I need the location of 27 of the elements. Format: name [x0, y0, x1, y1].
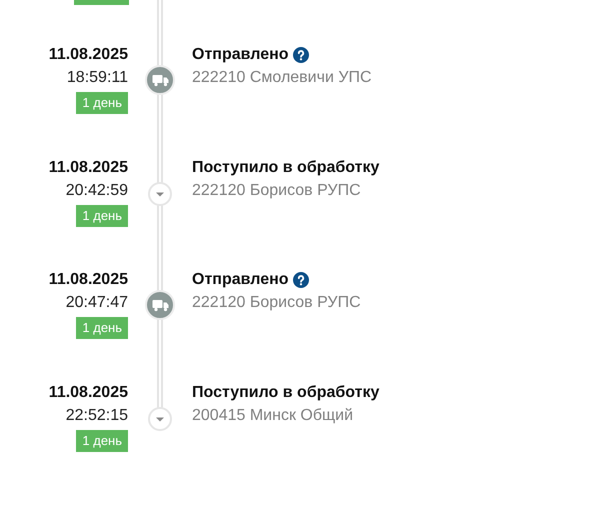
truck-icon — [145, 65, 175, 95]
event-location: 222210 Смолевичи УПС — [192, 68, 373, 88]
event-time: 18:59:11 — [66, 68, 128, 88]
event-date: 11.08.2025 — [48, 45, 128, 65]
caret-down-icon — [148, 406, 172, 430]
event-date: 11.08.2025 — [48, 382, 128, 402]
event-date: 11.08.2025 — [48, 158, 128, 178]
help-icon[interactable] — [292, 272, 309, 288]
duration-badge: 1 день — [76, 92, 128, 114]
event-time: 22:52:15 — [66, 406, 128, 426]
event-time: 20:47:47 — [66, 293, 128, 313]
caret-down-icon — [148, 182, 172, 206]
event-title: Отправлено — [192, 45, 289, 65]
truck-icon — [145, 290, 175, 320]
event-title: Поступило в обработку — [192, 382, 380, 402]
event-location: 222120 Борисов РУПС — [192, 293, 362, 313]
day-badge — [74, 0, 129, 5]
event-location: 200415 Минск Общий — [192, 406, 354, 426]
event-time: 20:42:59 — [66, 180, 128, 200]
event-location: 222120 Борисов РУПС — [192, 180, 362, 200]
event-date: 11.08.2025 — [48, 270, 128, 290]
duration-badge: 1 день — [76, 204, 128, 226]
help-icon[interactable] — [292, 47, 309, 63]
duration-badge: 1 день — [76, 430, 128, 452]
event-title: Отправлено — [192, 270, 289, 290]
duration-badge: 1 день — [76, 317, 128, 339]
event-title: Поступило в обработку — [192, 158, 380, 178]
